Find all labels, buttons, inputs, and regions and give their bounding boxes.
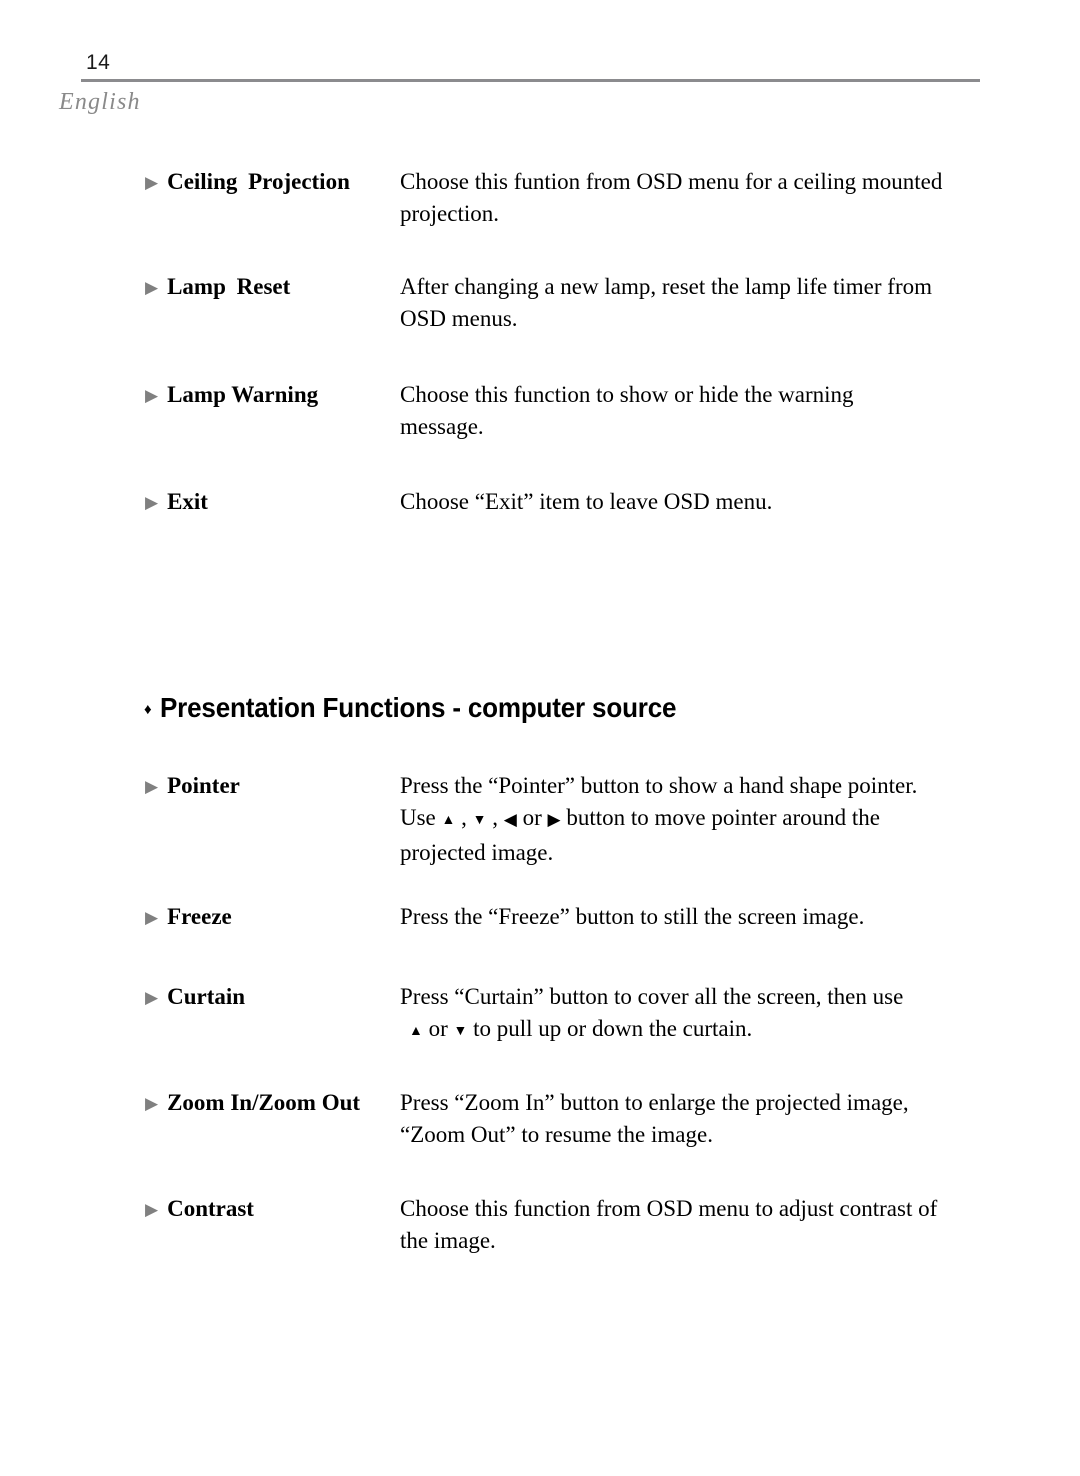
arrow-up-icon: ▲	[441, 813, 456, 828]
entry-term: ▶ Lamp Warning	[145, 379, 395, 412]
entry-description: Press “Curtain” button to cover all the …	[400, 981, 1020, 1048]
entry-term: ▶ Freeze	[145, 901, 395, 934]
arrow-right-icon: ▶	[547, 810, 561, 829]
entry-term: ▶ Contrast	[145, 1193, 395, 1226]
entry-description: Press the “Freeze” button to still the s…	[400, 901, 1020, 933]
arrow-up-icon: ▲	[409, 1024, 423, 1039]
entry-description: Choose this function to show or hide the…	[400, 379, 1020, 443]
description-line-with-arrows: ▲ or ▼ to pull up or down the curtain.	[400, 1013, 1020, 1048]
description-line: Choose this function to show or hide the…	[400, 382, 854, 407]
triangle-right-icon: ▶	[145, 493, 159, 512]
desc-text: ,	[486, 805, 504, 830]
header-divider	[81, 79, 980, 82]
description-line: the image.	[400, 1228, 496, 1253]
diamond-icon: ♦	[144, 701, 152, 718]
desc-text: or	[422, 1016, 454, 1041]
triangle-right-icon: ▶	[145, 1200, 159, 1219]
description-line: OSD menus.	[400, 306, 518, 331]
triangle-right-icon: ▶	[145, 1094, 159, 1113]
entry-term-label: Lamp Reset	[167, 274, 291, 299]
entry-term: ▶ Pointer	[145, 770, 395, 803]
entry-term-label: Lamp Warning	[167, 382, 319, 407]
entry-term-label: Freeze	[167, 904, 232, 929]
entry-term: ▶ Lamp Reset	[145, 271, 395, 304]
description-line: After changing a new lamp, reset the lam…	[400, 274, 932, 299]
description-line: Choose this funtion from OSD menu for a …	[400, 169, 943, 194]
description-line: projection.	[400, 201, 499, 226]
triangle-right-icon: ▶	[145, 908, 159, 927]
entry-term-label: Curtain	[167, 984, 246, 1009]
description-line: projected image.	[400, 840, 554, 865]
section-heading: ♦ Presentation Functions - computer sourc…	[144, 690, 716, 728]
triangle-right-icon: ▶	[145, 777, 159, 796]
triangle-right-icon: ▶	[145, 988, 159, 1007]
triangle-right-icon: ▶	[145, 278, 159, 297]
description-line: Choose this function from OSD menu to ad…	[400, 1196, 938, 1221]
entry-term: ▶ Exit	[145, 486, 395, 519]
desc-text: button to move pointer around the	[560, 805, 880, 830]
entry-description: Choose “Exit” item to leave OSD menu.	[400, 486, 1020, 518]
arrow-left-icon: ◀	[503, 810, 517, 829]
section-heading-label: Presentation Functions - computer source	[160, 692, 677, 723]
entry-term-label: Exit	[167, 489, 208, 514]
entry-term-label: Pointer	[167, 773, 240, 798]
entry-description: After changing a new lamp, reset the lam…	[400, 271, 1020, 335]
entry-description: Press “Zoom In” button to enlarge the pr…	[400, 1087, 1020, 1151]
triangle-right-icon: ▶	[145, 386, 159, 405]
arrow-down-icon: ▼	[453, 1024, 468, 1039]
page-number: 14	[86, 51, 111, 74]
triangle-right-icon: ▶	[145, 173, 159, 192]
description-line: message.	[400, 414, 484, 439]
description-line: Press the “Pointer” button to show a han…	[400, 773, 918, 798]
arrow-down-icon: ▼	[472, 813, 487, 828]
desc-text: or	[516, 805, 548, 830]
entry-term-label: Zoom In/Zoom Out	[167, 1090, 361, 1115]
description-line: Press “Curtain” button to cover all the …	[400, 984, 904, 1009]
description-line-with-arrows: Use ▲ , ▼ , ◀ or ▶ button to move pointe…	[400, 802, 1020, 837]
entry-description: Press the “Pointer” button to show a han…	[400, 770, 1020, 869]
description-line: Choose “Exit” item to leave OSD menu.	[400, 489, 773, 514]
desc-text: to pull up or down the curtain.	[467, 1016, 753, 1041]
entry-term: ▶ Curtain	[145, 981, 395, 1014]
desc-text: ,	[455, 805, 473, 830]
description-line: Press the “Freeze” button to still the s…	[400, 904, 865, 929]
description-line: Press “Zoom In” button to enlarge the pr…	[400, 1090, 909, 1115]
language-label: English	[59, 89, 141, 115]
entry-term: ▶ Ceiling Projection	[145, 166, 395, 199]
entry-description: Choose this funtion from OSD menu for a …	[400, 166, 1020, 230]
entry-term: ▶ Zoom In/Zoom Out	[145, 1087, 395, 1120]
description-line: “Zoom Out” to resume the image.	[400, 1122, 713, 1147]
entry-description: Choose this function from OSD menu to ad…	[400, 1193, 1020, 1257]
desc-text: Use	[400, 805, 442, 830]
entry-term-label: Contrast	[167, 1196, 254, 1221]
entry-term-label: Ceiling Projection	[167, 169, 350, 194]
